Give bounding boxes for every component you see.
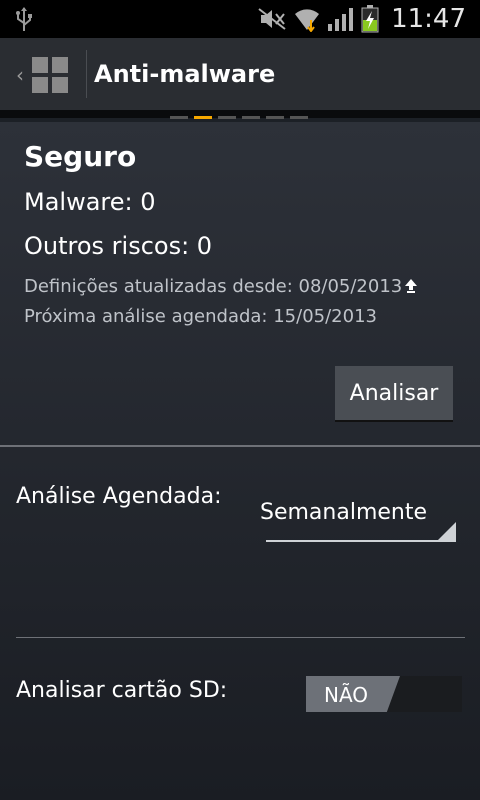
page-dot	[170, 116, 188, 119]
protection-status: Seguro	[24, 140, 137, 173]
main-content: Seguro Malware: 0 Outros riscos: 0 Defin…	[0, 122, 480, 800]
update-arrow-icon	[405, 279, 418, 293]
usb-icon	[16, 7, 32, 31]
scan-sd-card-label: Analisar cartão SD:	[16, 678, 228, 703]
page-dot	[242, 116, 260, 119]
page-dot	[218, 116, 236, 119]
scan-button[interactable]: Analisar	[335, 366, 453, 420]
next-scheduled-scan: Próxima análise agendada: 15/05/2013	[24, 306, 377, 327]
definitions-updated: Definições atualizadas desde: 08/05/2013	[24, 276, 418, 297]
definitions-text: Definições atualizadas desde: 08/05/2013	[24, 276, 403, 297]
spinner-corner-icon	[436, 522, 456, 542]
battery-charging-icon	[361, 5, 379, 33]
status-bar: 11:47	[0, 0, 480, 38]
section-divider-2	[16, 637, 465, 638]
scan-sd-card-toggle[interactable]: NÃO	[306, 676, 462, 712]
schedule-frequency-value: Semanalmente	[260, 500, 428, 525]
other-risks-count: Outros riscos: 0	[24, 232, 213, 260]
page-dot	[194, 116, 212, 119]
wifi-icon	[295, 9, 320, 32]
up-caret-icon[interactable]: ‹	[16, 63, 24, 87]
page-dot	[266, 116, 284, 119]
page-dot	[290, 116, 308, 119]
schedule-frequency-spinner[interactable]: Semanalmente	[260, 500, 456, 542]
signal-icon	[328, 8, 354, 31]
action-bar-divider	[86, 50, 87, 98]
malware-count: Malware: 0	[24, 188, 156, 216]
page-indicator	[170, 116, 308, 119]
toggle-state-text: NÃO	[324, 683, 369, 707]
scheduled-scan-label: Análise Agendada:	[16, 484, 222, 509]
no-sound-icon	[258, 8, 286, 30]
spinner-underline	[266, 540, 452, 542]
action-bar: ‹ Anti-malware	[0, 38, 480, 110]
page-title: Anti-malware	[94, 60, 276, 88]
clock: 11:47	[391, 4, 466, 34]
app-grid-icon[interactable]	[32, 57, 68, 93]
section-divider	[0, 445, 480, 447]
